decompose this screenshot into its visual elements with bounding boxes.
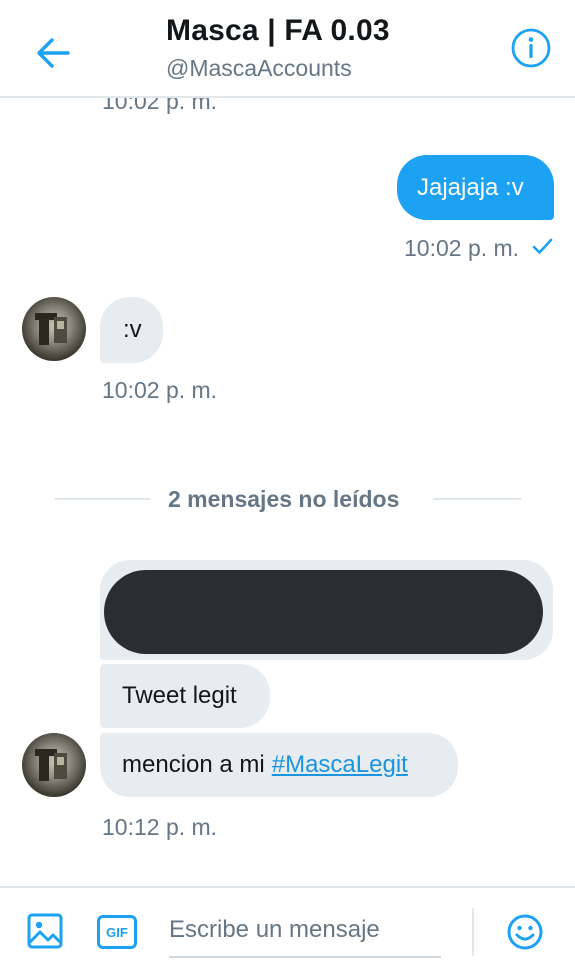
image-icon[interactable] <box>26 912 64 950</box>
sent-message-text: Jajajaja :v <box>417 173 524 201</box>
checkmark-icon <box>532 238 553 254</box>
received-message-text: :v <box>123 316 142 343</box>
received-message-bubble[interactable]: Tweet legit <box>100 664 270 728</box>
avatar[interactable] <box>22 297 86 361</box>
unread-divider-label: 2 mensajes no leídos <box>168 486 400 512</box>
received-message-text: mencion a mi <box>122 751 265 778</box>
avatar[interactable] <box>22 733 86 797</box>
message-input[interactable] <box>169 904 441 958</box>
sent-message-timestamp: 10:02 p. m. <box>404 235 520 261</box>
received-message-bubble[interactable]: :v <box>100 297 163 363</box>
emoji-icon[interactable] <box>506 913 544 951</box>
divider-line <box>55 498 150 500</box>
hashtag-link[interactable]: #MascaLegit <box>272 751 408 779</box>
conversation-title: Masca | FA 0.03 <box>166 14 390 47</box>
sent-message-bubble[interactable]: Jajajaja :v <box>397 155 554 220</box>
received-message-timestamp: 10:12 p. m. <box>102 814 218 840</box>
conversation-header: Masca | FA 0.03 @MascaAccounts <box>0 0 575 98</box>
received-message-timestamp: 10:02 p. m. <box>102 377 218 403</box>
composer-divider <box>472 908 474 956</box>
gif-button[interactable]: GIF <box>97 915 137 949</box>
arrow-left-icon[interactable] <box>30 30 76 76</box>
unread-divider: 2 mensajes no leídos <box>0 486 575 516</box>
info-circle-icon[interactable] <box>510 27 552 69</box>
message-composer: GIF <box>0 886 575 974</box>
avatar-image <box>35 749 67 781</box>
avatar-image <box>35 313 67 345</box>
conversation-handle: @MascaAccounts <box>166 55 352 81</box>
divider-line <box>433 498 521 500</box>
received-message-bubble[interactable]: mencion a mi #MascaLegit <box>100 733 458 797</box>
redacted-content <box>104 570 543 654</box>
received-message-text: Tweet legit <box>122 682 237 709</box>
received-message-bubble[interactable] <box>100 560 553 660</box>
